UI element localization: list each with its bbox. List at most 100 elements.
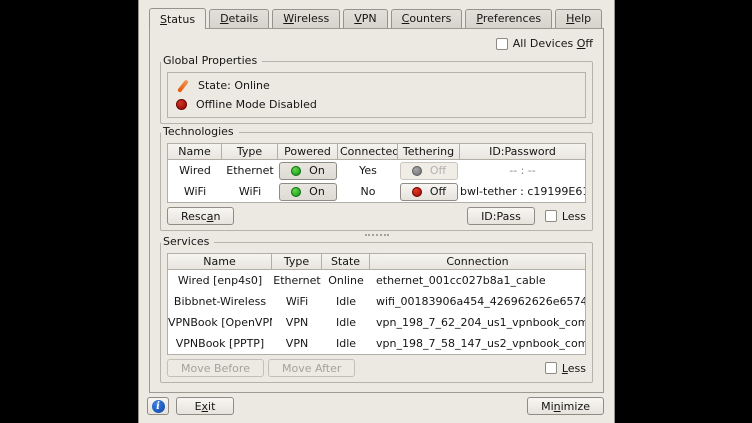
label-mnemonic: V	[354, 12, 362, 25]
label-mnemonic: W	[283, 12, 294, 25]
service-name: VPNBook [PPTP]	[168, 337, 272, 350]
minimize-button[interactable]: Minimize	[527, 397, 604, 415]
service-type: VPN	[272, 316, 322, 329]
service-type: WiFi	[272, 295, 322, 308]
service-type: VPN	[272, 337, 322, 350]
move-before-button: Move Before	[167, 359, 264, 377]
tech-type: WiFi	[222, 185, 278, 198]
connected-value: Yes	[338, 164, 398, 177]
column-header: ID:Password	[460, 144, 585, 160]
table-row[interactable]: Bibbnet-Wireless WiFi Idle wifi_00183906…	[168, 291, 585, 312]
column-header: State	[322, 254, 370, 270]
less-label: Less	[562, 362, 586, 375]
label-text: All Devices	[513, 37, 577, 50]
rescan-button[interactable]: Rescan	[167, 207, 234, 225]
info-button[interactable]: i	[147, 397, 169, 415]
less-label: Less	[562, 210, 586, 223]
offline-mode-row: Offline Mode Disabled	[176, 95, 577, 114]
service-connection: vpn_198_7_58_147_us2_vpnbook_com	[370, 337, 585, 350]
service-connection: vpn_198_7_62_204_us1_vpnbook_com	[370, 316, 585, 329]
technologies-table: Name Type Powered Connected Tethering ID…	[167, 143, 586, 203]
service-connection: ethernet_001cc027b8a1_cable	[370, 274, 585, 287]
tech-type: Ethernet	[222, 164, 278, 177]
tab-counters[interactable]: Counters	[391, 9, 463, 28]
label-text: PN	[362, 12, 377, 25]
table-row: WiFi WiFi On No Off bwl-tether : c19199E…	[168, 181, 585, 202]
label-text: E	[195, 400, 202, 413]
service-name: VPNBook [OpenVPN]	[168, 316, 272, 329]
column-header: Type	[222, 144, 278, 160]
powered-label: On	[309, 185, 325, 198]
id-password-value: bwl-tether : c19199E61	[460, 185, 585, 198]
label-text: it	[208, 400, 215, 413]
tab-vpn[interactable]: VPN	[343, 9, 387, 28]
services-title: Services	[161, 235, 214, 249]
tab-details[interactable]: Details	[209, 9, 269, 28]
tab-label: Help	[566, 12, 591, 25]
global-properties-group: Global Properties State: Online Offline …	[160, 61, 593, 124]
connected-value: No	[338, 185, 398, 198]
label-text: imize	[561, 400, 590, 413]
column-header: Name	[168, 254, 272, 270]
table-row[interactable]: Wired [enp4s0] Ethernet Online ethernet_…	[168, 270, 585, 291]
tab-label: Preferences	[476, 12, 541, 25]
global-properties-title: Global Properties	[161, 54, 262, 68]
label-mnemonic: n	[554, 400, 561, 413]
label-text: tatus	[167, 13, 195, 26]
table-row[interactable]: VPNBook [PPTP] VPN Idle vpn_198_7_58_147…	[168, 333, 585, 354]
tethering-toggle-button[interactable]: Off	[400, 183, 458, 201]
id-pass-button[interactable]: ID:Pass	[467, 207, 535, 225]
label-text: n	[213, 210, 220, 223]
tab-help[interactable]: Help	[555, 9, 602, 28]
label-text: elp	[574, 12, 591, 25]
all-devices-off-row: All Devices Off	[160, 35, 593, 52]
powered-toggle-button[interactable]: On	[279, 183, 337, 201]
column-header: Type	[272, 254, 322, 270]
technologies-group: Technologies Name Type Powered Connected…	[160, 132, 593, 231]
tethering-cell: Off	[398, 162, 460, 180]
powered-toggle-button[interactable]: On	[279, 162, 337, 180]
label-text: Less	[562, 210, 586, 223]
tab-wireless[interactable]: Wireless	[272, 9, 340, 28]
technologies-less-checkbox[interactable]	[545, 210, 557, 222]
tethering-label: Off	[430, 185, 446, 198]
tab-status[interactable]: Status	[149, 8, 206, 29]
label-text: ess	[568, 362, 586, 375]
service-type: Ethernet	[272, 274, 322, 287]
service-name: Bibbnet-Wireless	[168, 295, 272, 308]
tab-bar: Status Details Wireless VPN Counters Pre…	[139, 0, 614, 28]
label-text: references	[483, 12, 541, 25]
label-text: ireless	[294, 12, 329, 25]
label-text: etails	[229, 12, 259, 25]
service-name: Wired [enp4s0]	[168, 274, 272, 287]
powered-cell: On	[278, 162, 338, 180]
label-mnemonic: a	[207, 210, 214, 223]
status-tab-panel: All Devices Off Global Properties State:…	[149, 28, 604, 393]
label-text: ounters	[409, 12, 451, 25]
services-less-checkbox[interactable]	[545, 362, 557, 374]
tab-label: Details	[220, 12, 258, 25]
column-header: Name	[168, 144, 222, 160]
powered-cell: On	[278, 183, 338, 201]
tethering-label: Off	[430, 164, 446, 177]
all-devices-off-checkbox[interactable]	[496, 38, 508, 50]
tab-preferences[interactable]: Preferences	[465, 9, 552, 28]
label-mnemonic: S	[160, 13, 167, 26]
led-gray-icon	[412, 166, 422, 176]
table-row[interactable]: VPNBook [OpenVPN] VPN Idle vpn_198_7_62_…	[168, 312, 585, 333]
offline-mode-icon	[176, 99, 187, 110]
services-group: Services Name Type State Connection Wire…	[160, 242, 593, 383]
column-header: Tethering	[398, 144, 460, 160]
state-row: State: Online	[176, 76, 577, 95]
column-header: Powered	[278, 144, 338, 160]
table-row: Wired Ethernet On Yes Off -- : --	[168, 160, 585, 181]
splitter-handle[interactable]	[160, 231, 593, 238]
global-properties-panel: State: Online Offline Mode Disabled	[167, 72, 586, 118]
tethering-cell: Off	[398, 183, 460, 201]
label-text: ff	[585, 37, 593, 50]
exit-button[interactable]: Exit	[176, 397, 234, 415]
move-after-button: Move After	[268, 359, 355, 377]
label-text: Resc	[181, 210, 207, 223]
id-password-value: -- : --	[460, 164, 585, 177]
led-red-icon	[412, 187, 422, 197]
